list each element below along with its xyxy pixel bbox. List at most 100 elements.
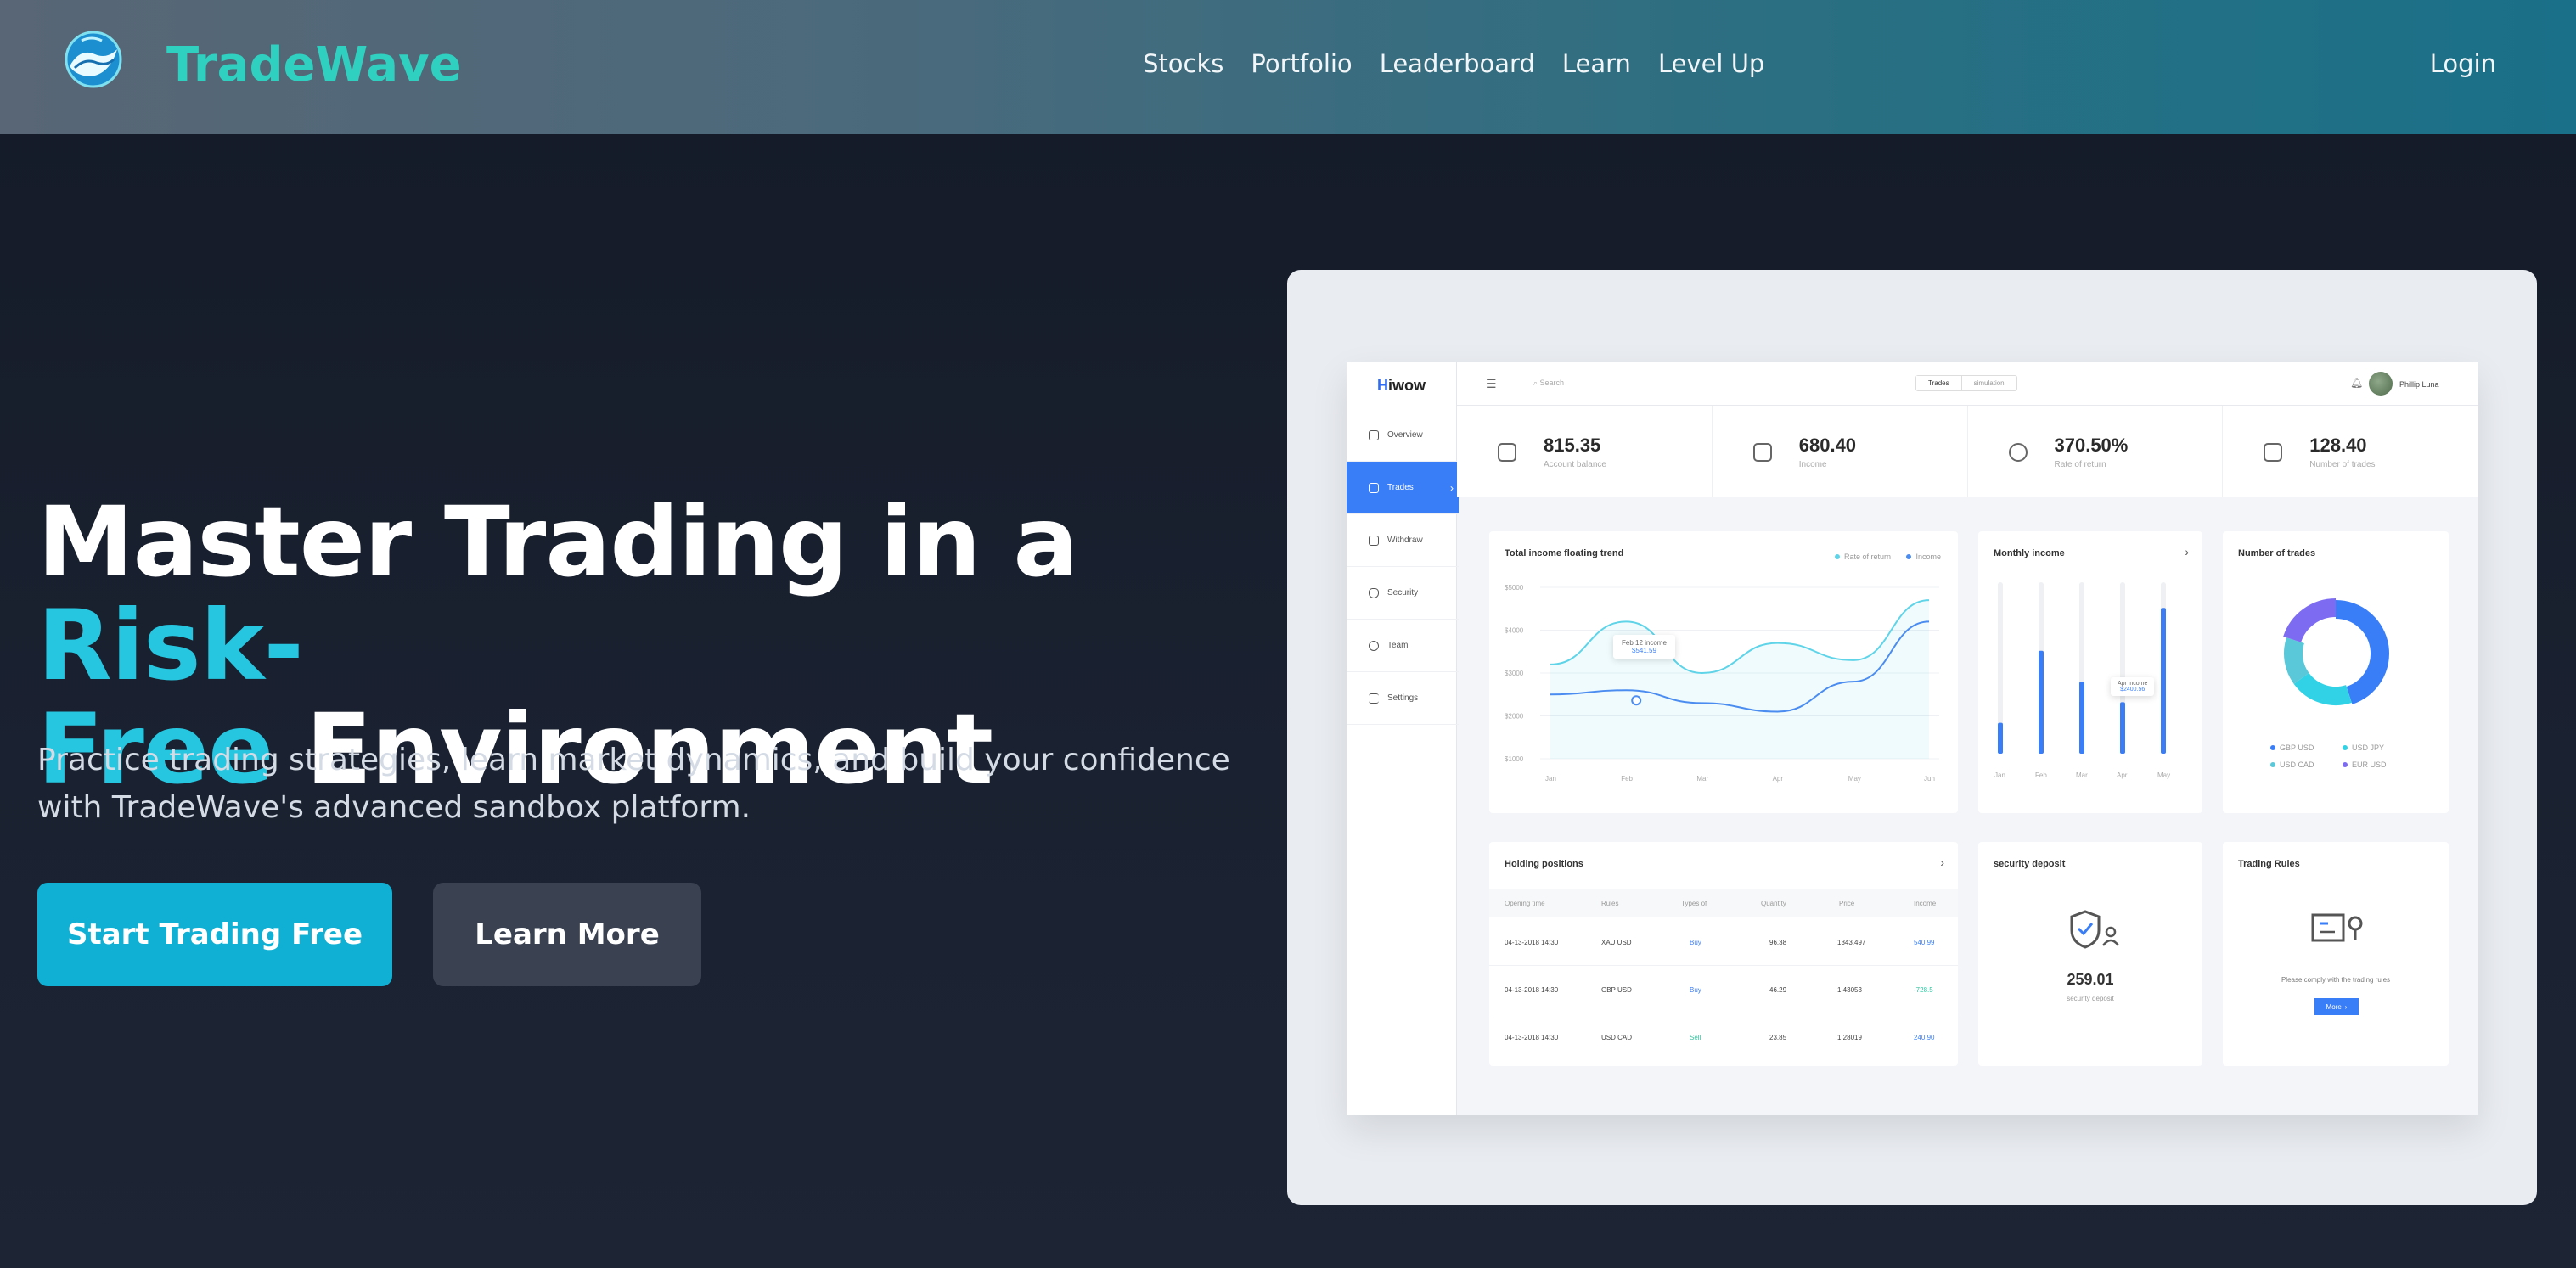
rules-board-icon [2311,913,2363,942]
monthly-bar-chart: Jan Feb Mar Apr May [1994,582,2170,779]
shield-user-icon [2070,910,2119,949]
tooltip-value: $2400.56 [2120,687,2146,693]
hero-subtitle: Practice trading strategies, learn marke… [37,743,1230,825]
document-icon [1369,482,1379,493]
table-row: 04-13-2018 14:30 GBP USD Buy 46.29 1.430… [1489,966,1958,1013]
stat-income: 680.40 Income [1713,406,1968,497]
x-tick-label: May [1848,775,1861,783]
preview-user-name: Phillip Luna [2399,380,2439,389]
cell-income: 540.99 [1914,939,1935,946]
cell-income: -728.5 [1914,986,1933,994]
team-icon [1369,640,1379,651]
avatar [2369,372,2393,396]
nav-link-level-up[interactable]: Level Up [1658,49,1764,78]
hero-title-accent-risk: Risk- [37,589,304,702]
brand-logo[interactable] [58,24,129,95]
pie-slice [2284,637,2309,684]
cell-quantity: 96.38 [1769,939,1787,946]
wallet-icon [1498,443,1516,462]
cell-price: 1.43053 [1837,986,1862,994]
x-tick-label: Apr [2117,771,2128,779]
stat-value: 815.35 [1544,435,1601,456]
column-header: Rules [1601,900,1619,907]
preview-stats-row: 815.35 Account balance 680.40 Income 370… [1457,406,2478,497]
rules-more-button: More › [2314,998,2359,1015]
cell-type: Sell [1690,1034,1701,1041]
preview-sidebar-item-team: Team [1347,620,1459,672]
y-tick-label: $1000 [1505,755,1524,763]
wave-globe-icon [65,31,122,88]
nav-link-leaderboard[interactable]: Leaderboard [1380,49,1535,78]
y-tick-label: $4000 [1505,627,1524,635]
stat-rate-of-return: 370.50% Rate of return [1968,406,2224,497]
stat-number-of-trades: 128.40 Number of trades [2223,406,2478,497]
x-tick-label: May [2157,771,2170,779]
dashboard-preview-card: Hiwow Overview Trades › Withdraw Security… [1287,270,2537,1205]
preview-segment-trades: Trades [1916,376,1962,390]
x-tick-label: Apr [1773,775,1784,783]
bar [2161,608,2166,754]
column-header: Quantity [1761,900,1786,907]
pie-slice [2293,672,2352,705]
stat-label: Number of trades [2309,460,2376,469]
stat-value: 680.40 [1798,435,1857,456]
trend-line-chart: $5000 $4000 $3000 $2000 $1000 Jan Feb Mar Apr May… [1505,584,1939,783]
stat-label: Rate of return [2054,460,2106,469]
x-tick-label: Jun [1924,775,1935,783]
monthly-tooltip: Apr income $2400.56 [2111,677,2155,696]
series-area [1550,600,1929,759]
panel-title: Trading Rules [2238,859,2300,869]
y-tick-label: $2000 [1505,713,1524,721]
cell-quantity: 46.29 [1769,986,1787,994]
preview-sidebar-item-withdraw: Withdraw [1347,514,1459,567]
preview-logo: Hiwow [1377,377,1426,394]
nav-link-portfolio[interactable]: Portfolio [1251,49,1352,78]
cell-price: 1.28019 [1837,1034,1862,1041]
hero-title-part1: Master Trading in a [37,485,1078,598]
preview-sidebar-item-security: Security [1347,567,1459,620]
bar [2079,682,2084,754]
monitor-icon [1752,443,1772,462]
user-icon [1369,429,1379,440]
cell-pair: GBP USD [1601,986,1632,994]
panel-holding-positions: Holding positions › Opening time Rules T… [1489,842,1958,1066]
brand-name[interactable]: TradeWave [166,37,462,93]
stat-label: Income [1798,460,1827,469]
chevron-right-icon: › [1450,481,1454,494]
x-tick-label: Mar [2076,771,2088,779]
legend-item: EUR USD [2343,760,2415,769]
learn-more-button[interactable]: Learn More [433,883,701,986]
nav-link-stocks[interactable]: Stocks [1143,49,1223,78]
nav-link-learn[interactable]: Learn [1562,49,1631,78]
login-link[interactable]: Login [2430,49,2496,78]
bar [2120,702,2125,754]
cell-quantity: 23.85 [1769,1034,1787,1041]
start-trading-button[interactable]: Start Trading Free [37,883,392,986]
x-tick-label: Jan [1994,771,2005,779]
table-row: 04-13-2018 14:30 USD CAD Sell 23.85 1.28… [1489,1013,1958,1061]
legend-item: USD CAD [2270,760,2343,769]
legend-item: USD JPY [2343,743,2415,752]
column-header: Income [1914,900,1937,907]
cell-type: Buy [1690,986,1701,994]
panel-title: Holding positions [1505,859,1583,869]
deposit-value: 259.01 [2067,971,2114,988]
menu-icon: ☰ [1486,377,1497,390]
tooltip-value: $541.59 [1632,647,1656,654]
stat-account-balance: 815.35 Account balance [1457,406,1713,497]
column-header: Price [1839,900,1855,907]
stat-value: 128.40 [2309,435,2367,456]
pie-slice [2283,598,2337,643]
preview-sidebar-item-settings: Settings [1347,672,1459,725]
cell-pair: XAU USD [1601,939,1632,946]
upload-icon [1369,535,1379,546]
x-tick-label: Feb [1621,775,1633,783]
trend-tooltip: Feb 12 income $541.59 [1613,635,1675,659]
panel-security-deposit: security deposit 259.01 security deposit [1978,842,2202,1066]
y-tick-label: $5000 [1505,584,1524,592]
cell-pair: USD CAD [1601,1034,1633,1041]
preview-topbar: ☰ ⌕ Search Trades simulation 🔔︎ Phillip … [1457,362,2478,406]
bell-icon: 🔔︎ [2350,377,2364,389]
preview-segment-simulation: simulation [1973,379,2005,387]
cell-type: Buy [1690,939,1701,946]
